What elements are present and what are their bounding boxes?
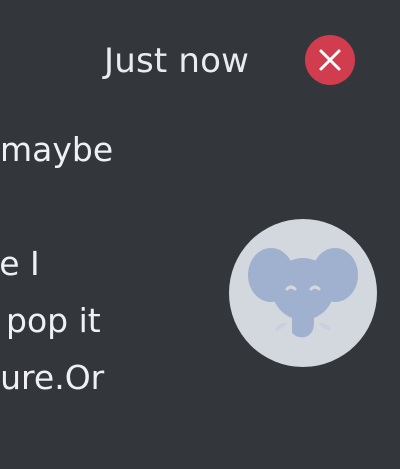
notification-message: maybe se I pop it cure.Or [0, 121, 162, 406]
avatar [229, 219, 377, 367]
notification-card[interactable]: Just now maybe se I pop it cure.Or [0, 0, 400, 469]
message-line [0, 178, 162, 235]
message-line: cure.Or [0, 358, 105, 397]
message-line: pop it [6, 301, 101, 340]
elephant-icon [248, 248, 358, 338]
message-line: maybe [0, 130, 114, 169]
timestamp: Just now [104, 41, 250, 81]
close-icon [319, 49, 341, 71]
message-line: se I [0, 244, 40, 283]
close-button[interactable] [305, 35, 355, 85]
